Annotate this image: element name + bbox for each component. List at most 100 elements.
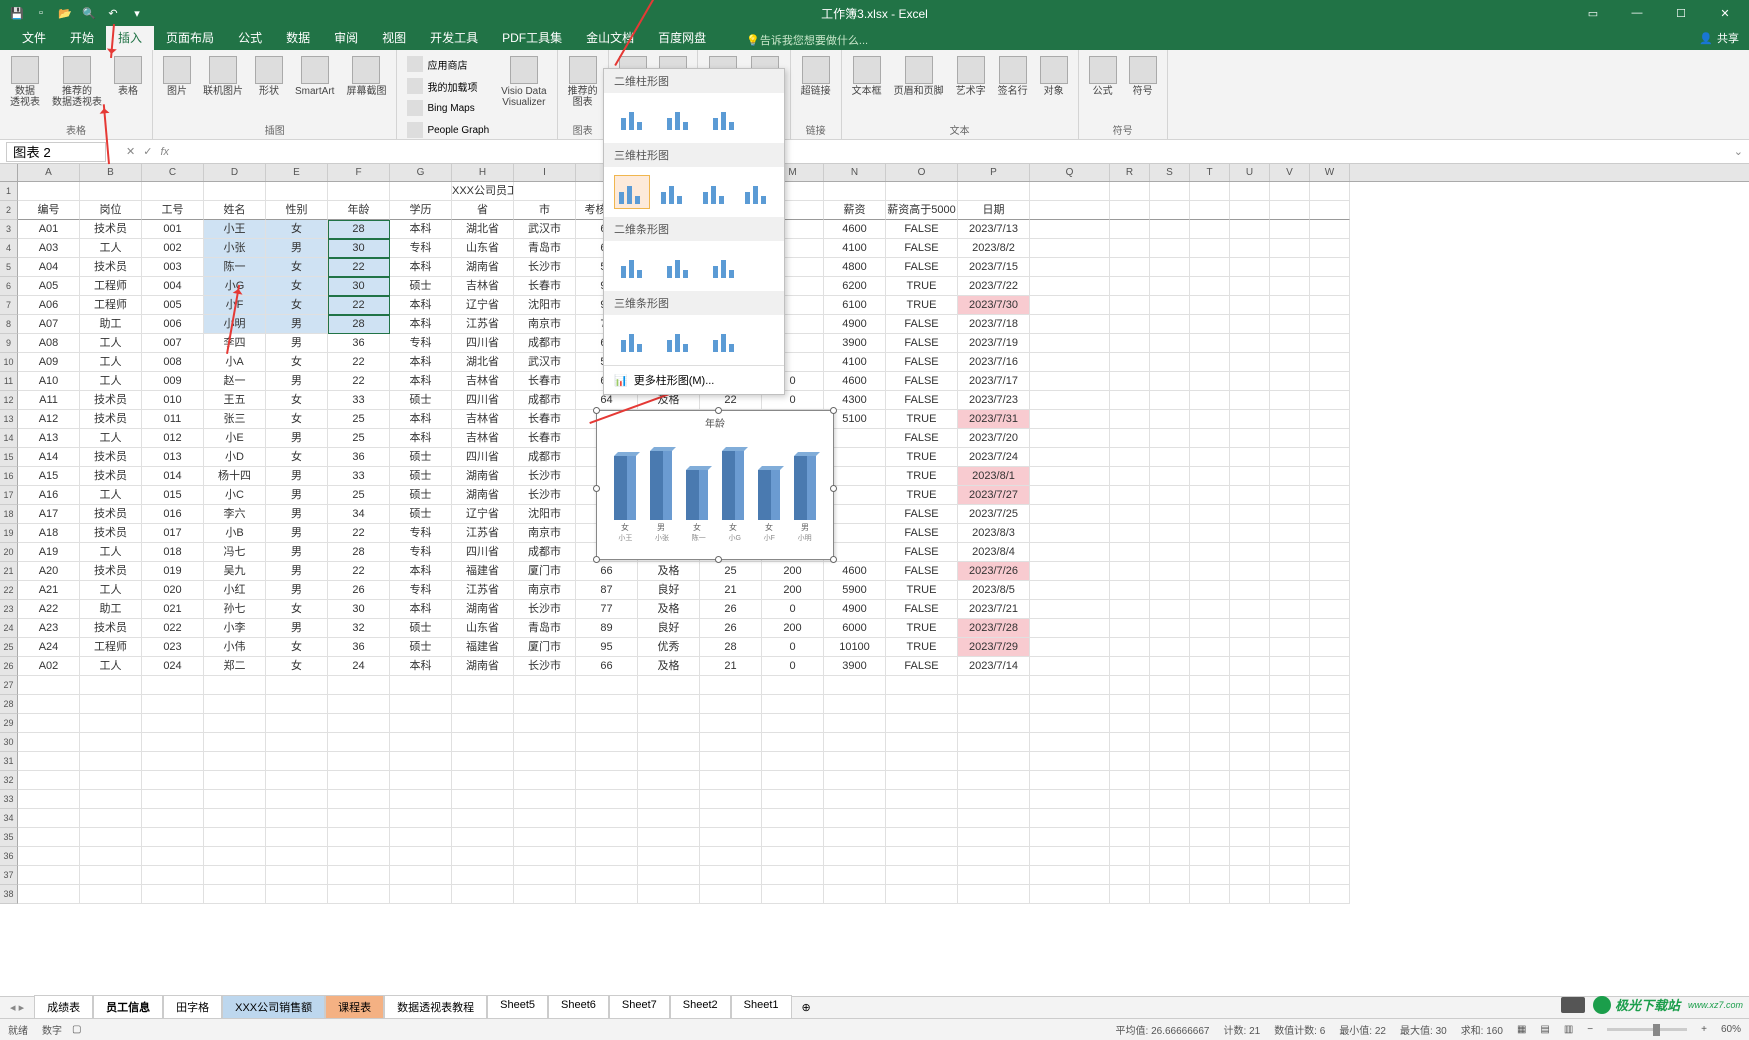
cell[interactable]: 25 xyxy=(700,562,762,581)
cell[interactable] xyxy=(638,695,700,714)
cell[interactable]: 硕士 xyxy=(390,467,452,486)
cell[interactable]: 2023/8/3 xyxy=(958,524,1030,543)
ribbon-符号[interactable]: 符号 xyxy=(1125,54,1161,99)
cell[interactable] xyxy=(1310,486,1350,505)
cell[interactable]: 4900 xyxy=(824,600,886,619)
cell[interactable] xyxy=(1230,239,1270,258)
cell[interactable] xyxy=(1190,277,1230,296)
cell[interactable]: 002 xyxy=(142,239,204,258)
cell[interactable] xyxy=(1150,334,1190,353)
cell[interactable]: 011 xyxy=(142,410,204,429)
cell[interactable] xyxy=(1110,828,1150,847)
cell[interactable] xyxy=(762,752,824,771)
cell[interactable]: 015 xyxy=(142,486,204,505)
new-sheet-button[interactable]: ⊕ xyxy=(792,1001,821,1014)
cell[interactable]: A01 xyxy=(18,220,80,239)
cell[interactable] xyxy=(958,790,1030,809)
cell[interactable] xyxy=(1270,638,1310,657)
ribbon-屏幕截图[interactable]: 屏幕截图 xyxy=(342,54,390,99)
cell[interactable]: 工人 xyxy=(80,486,142,505)
cell[interactable]: 长春市 xyxy=(514,410,576,429)
cell[interactable] xyxy=(1110,239,1150,258)
cell[interactable]: 22 xyxy=(328,562,390,581)
cell[interactable] xyxy=(576,714,638,733)
cell[interactable] xyxy=(328,828,390,847)
chart-option-1-3[interactable] xyxy=(740,175,776,209)
cell[interactable] xyxy=(1030,315,1110,334)
cell[interactable] xyxy=(1190,182,1230,201)
cell[interactable]: 77 xyxy=(576,600,638,619)
cell[interactable]: 012 xyxy=(142,429,204,448)
cell[interactable] xyxy=(824,828,886,847)
cell[interactable]: 技术员 xyxy=(80,220,142,239)
cell[interactable]: 助工 xyxy=(80,600,142,619)
cell[interactable]: 2023/8/1 xyxy=(958,467,1030,486)
cell[interactable]: 福建省 xyxy=(452,562,514,581)
cell[interactable]: A23 xyxy=(18,619,80,638)
cell[interactable] xyxy=(1310,258,1350,277)
cell[interactable] xyxy=(204,714,266,733)
cell[interactable] xyxy=(1030,467,1110,486)
cell[interactable] xyxy=(18,752,80,771)
cell[interactable]: 江苏省 xyxy=(452,524,514,543)
cell[interactable]: A12 xyxy=(18,410,80,429)
cell[interactable] xyxy=(1110,467,1150,486)
cell[interactable]: 女 xyxy=(266,258,328,277)
row-header[interactable]: 36 xyxy=(0,847,18,866)
cell[interactable] xyxy=(1150,372,1190,391)
cell[interactable]: FALSE xyxy=(886,543,958,562)
undo-icon[interactable]: ↶ xyxy=(104,4,122,22)
cell[interactable] xyxy=(1150,182,1190,201)
cell[interactable] xyxy=(1150,695,1190,714)
cell[interactable] xyxy=(1030,866,1110,885)
cell[interactable] xyxy=(1230,258,1270,277)
cell[interactable] xyxy=(18,695,80,714)
cell[interactable] xyxy=(1270,790,1310,809)
cell[interactable] xyxy=(1310,372,1350,391)
cell[interactable] xyxy=(1110,315,1150,334)
cell[interactable] xyxy=(142,809,204,828)
cell[interactable]: TRUE xyxy=(886,581,958,600)
cell[interactable] xyxy=(1030,733,1110,752)
cell[interactable] xyxy=(700,714,762,733)
cell[interactable]: 赵一 xyxy=(204,372,266,391)
cell[interactable] xyxy=(1030,657,1110,676)
cell[interactable]: 4600 xyxy=(824,372,886,391)
chart-option-3-2[interactable] xyxy=(706,323,746,357)
cell[interactable] xyxy=(80,182,142,201)
cell[interactable] xyxy=(958,714,1030,733)
cell[interactable] xyxy=(1110,220,1150,239)
cell[interactable]: 长沙市 xyxy=(514,486,576,505)
cell[interactable]: 26 xyxy=(700,600,762,619)
print-preview-icon[interactable]: 🔍 xyxy=(80,4,98,22)
ribbon-形状[interactable]: 形状 xyxy=(251,54,287,99)
zoom-slider[interactable] xyxy=(1607,1028,1687,1031)
cell[interactable] xyxy=(824,733,886,752)
cell[interactable] xyxy=(266,182,328,201)
cell[interactable] xyxy=(1230,315,1270,334)
cell[interactable]: 2023/8/5 xyxy=(958,581,1030,600)
cell[interactable] xyxy=(1270,239,1310,258)
cell[interactable]: 薪资高于5000 xyxy=(886,201,958,220)
cell[interactable]: 003 xyxy=(142,258,204,277)
tab-formulas[interactable]: 公式 xyxy=(226,25,274,50)
cell[interactable] xyxy=(1110,657,1150,676)
cell[interactable] xyxy=(390,847,452,866)
cell[interactable] xyxy=(142,866,204,885)
cell[interactable]: 200 xyxy=(762,619,824,638)
cell[interactable]: 2023/7/18 xyxy=(958,315,1030,334)
cell[interactable] xyxy=(1230,695,1270,714)
row-header[interactable]: 30 xyxy=(0,733,18,752)
cell[interactable] xyxy=(1150,258,1190,277)
cell[interactable]: 28 xyxy=(700,638,762,657)
cell[interactable]: 89 xyxy=(576,619,638,638)
cell[interactable] xyxy=(266,828,328,847)
sheet-tab[interactable]: Sheet1 xyxy=(731,995,792,1020)
cell[interactable] xyxy=(1030,543,1110,562)
cell[interactable]: 湖南省 xyxy=(452,600,514,619)
cell[interactable] xyxy=(1150,524,1190,543)
cell[interactable]: 男 xyxy=(266,372,328,391)
cell[interactable] xyxy=(762,885,824,904)
cell[interactable] xyxy=(80,847,142,866)
cell[interactable] xyxy=(1030,372,1110,391)
